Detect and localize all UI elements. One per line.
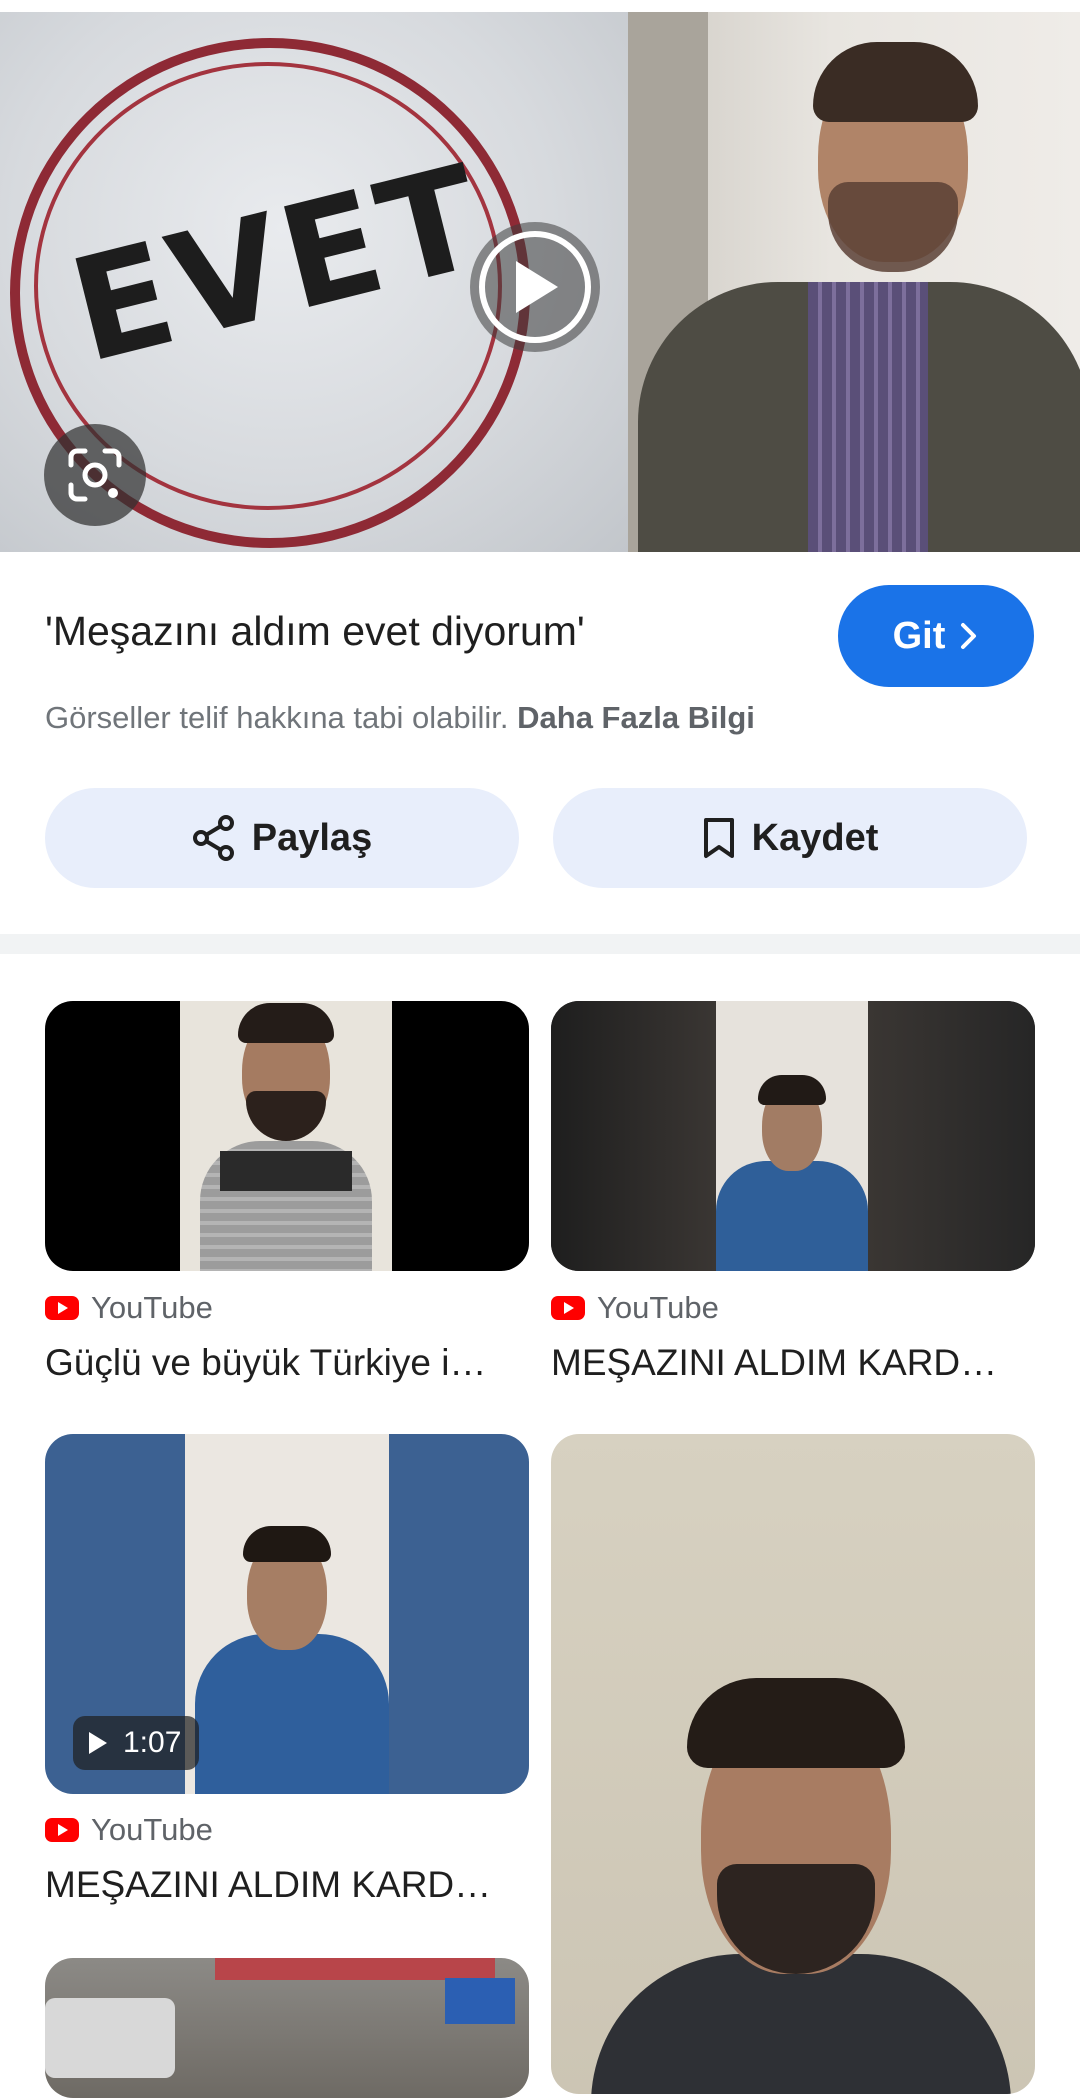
google-lens-icon: [68, 448, 122, 502]
duration-badge: 1:07: [73, 1716, 200, 1770]
source-label: YouTube: [91, 1812, 213, 1847]
related-thumbnail[interactable]: 1:07: [45, 1434, 529, 1794]
related-source: YouTube: [45, 1812, 213, 1848]
hero-person-image: [628, 12, 1080, 552]
play-button[interactable]: [470, 222, 600, 352]
source-label: YouTube: [597, 1290, 719, 1325]
blur-right: [868, 1001, 1035, 1271]
hero-image[interactable]: EVET: [0, 12, 1080, 552]
person-hair: [758, 1075, 826, 1105]
video-frame: [180, 1001, 392, 1271]
related-thumbnail[interactable]: [45, 1001, 529, 1271]
learn-more-link[interactable]: Daha Fazla Bilgi: [517, 700, 755, 735]
save-label: Kaydet: [751, 816, 879, 859]
hero-hair: [813, 42, 978, 122]
share-label: Paylaş: [251, 816, 373, 859]
person-hair: [238, 1003, 334, 1043]
section-divider: [0, 934, 1080, 954]
related-thumbnail[interactable]: [551, 1001, 1035, 1271]
source-label: YouTube: [91, 1290, 213, 1325]
visit-button[interactable]: Git: [838, 585, 1034, 687]
youtube-icon: [45, 1818, 79, 1842]
youtube-icon: [45, 1296, 79, 1320]
person-hair: [687, 1678, 905, 1768]
awning: [215, 1958, 495, 1980]
hero-shirt: [808, 282, 928, 552]
play-circle-icon: [479, 231, 591, 343]
parking-sign: [445, 1978, 515, 2024]
duration-label: 1:07: [123, 1726, 182, 1759]
copyright-notice: Görseller telif hakkına tabi olabilir. D…: [45, 700, 755, 736]
related-thumbnail[interactable]: [551, 1434, 1035, 2094]
person-hair: [243, 1526, 331, 1562]
related-source: YouTube: [551, 1290, 719, 1326]
youtube-icon: [551, 1296, 585, 1320]
visit-button-label: Git: [892, 614, 946, 657]
related-source: YouTube: [45, 1290, 213, 1326]
person-shirt: [716, 1161, 868, 1271]
chevron-right-icon: [961, 623, 977, 649]
result-title: 'Meşazını aldım evet diyorum': [45, 608, 585, 654]
vehicle: [45, 1998, 175, 2078]
play-icon: [89, 1732, 107, 1754]
related-caption[interactable]: Güçlü ve büyük Türkiye i…: [45, 1342, 529, 1384]
bookmark-icon: [703, 818, 734, 858]
video-frame: [185, 1434, 389, 1794]
blur-left: [551, 1001, 716, 1271]
person-beard: [246, 1091, 326, 1141]
share-button[interactable]: Paylaş: [45, 788, 519, 888]
sweater-stripe: [220, 1151, 352, 1191]
copyright-text: Görseller telif hakkına tabi olabilir.: [45, 700, 509, 735]
person-shirt: [195, 1634, 389, 1794]
video-frame: [716, 1001, 868, 1271]
hero-beard: [828, 182, 958, 272]
related-caption[interactable]: MEŞAZINI ALDIM KARD…: [45, 1864, 529, 1906]
save-button[interactable]: Kaydet: [553, 788, 1027, 888]
related-caption[interactable]: MEŞAZINI ALDIM KARD…: [551, 1342, 1035, 1384]
related-thumbnail[interactable]: [45, 1958, 529, 2098]
person-shirt: [591, 1954, 1011, 2094]
share-icon: [192, 815, 234, 861]
google-lens-button[interactable]: [44, 424, 146, 526]
